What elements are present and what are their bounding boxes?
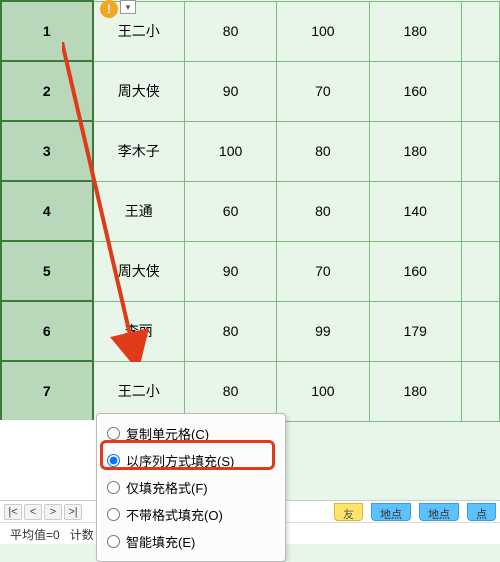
cell-index[interactable]: 7 — [1, 361, 93, 421]
empty-area — [0, 420, 96, 500]
table-row: 6 李丽 80 99 179 — [1, 301, 500, 361]
radio-fill-format-only[interactable] — [107, 481, 120, 494]
cell-name[interactable]: 王二小 — [93, 361, 185, 421]
cell-value[interactable]: 80 — [277, 181, 369, 241]
cell-index[interactable]: 3 — [1, 121, 93, 181]
cell-value[interactable]: 160 — [369, 241, 461, 301]
menu-label: 以序列方式填充(S) — [126, 451, 234, 470]
radio-fill-without-format[interactable] — [107, 508, 120, 521]
radio-copy-cells[interactable] — [107, 427, 120, 440]
cell-partial[interactable] — [461, 181, 499, 241]
cell-value[interactable]: 70 — [277, 241, 369, 301]
cell-index[interactable]: 1 — [1, 1, 93, 61]
cell-name[interactable]: 王通 — [93, 181, 185, 241]
cell-partial[interactable] — [461, 121, 499, 181]
menu-item-flash-fill[interactable]: 智能填充(E) — [101, 528, 281, 555]
cell-value[interactable]: 60 — [184, 181, 276, 241]
cell-index[interactable]: 5 — [1, 241, 93, 301]
nav-last-button[interactable]: >| — [64, 504, 82, 520]
cell-name[interactable]: 李丽 — [93, 301, 185, 361]
cell-index[interactable]: 4 — [1, 181, 93, 241]
menu-item-fill-series[interactable]: 以序列方式填充(S) — [101, 447, 281, 474]
radio-fill-series[interactable] — [107, 454, 120, 467]
cell-partial[interactable] — [461, 61, 499, 121]
menu-label: 智能填充(E) — [126, 532, 195, 551]
nav-prev-button[interactable]: < — [24, 504, 42, 520]
cell-value[interactable]: 180 — [369, 1, 461, 61]
cell-value[interactable]: 100 — [184, 121, 276, 181]
table-row: 3 李木子 100 80 180 — [1, 121, 500, 181]
sheet-tab[interactable]: 友 — [334, 503, 363, 521]
sheet-tab[interactable]: 地点 — [371, 503, 411, 521]
sheet-tab[interactable]: 点 — [467, 503, 496, 521]
cell-value[interactable]: 140 — [369, 181, 461, 241]
menu-label: 不带格式填充(O) — [126, 505, 223, 524]
cell-value[interactable]: 100 — [277, 361, 369, 421]
cell-partial[interactable] — [461, 361, 499, 421]
table-row: 7 王二小 80 100 180 — [1, 361, 500, 421]
menu-item-fill-format-only[interactable]: 仅填充格式(F) — [101, 474, 281, 501]
table-row: 2 周大侠 90 70 160 — [1, 61, 500, 121]
cell-index[interactable]: 2 — [1, 61, 93, 121]
cell-value[interactable]: 80 — [184, 361, 276, 421]
cell-value[interactable]: 90 — [184, 241, 276, 301]
status-count: 计数 — [70, 528, 94, 542]
table-row: 4 王通 60 80 140 — [1, 181, 500, 241]
menu-label: 复制单元格(C) — [126, 424, 209, 443]
radio-flash-fill[interactable] — [107, 535, 120, 548]
smart-tag-dropdown-icon[interactable]: ▾ — [120, 0, 136, 14]
cell-value[interactable]: 90 — [184, 61, 276, 121]
cell-value[interactable]: 80 — [184, 1, 276, 61]
cell-value[interactable]: 179 — [369, 301, 461, 361]
table-row: 1 王二小 80 100 180 — [1, 1, 500, 61]
table-row: 5 周大侠 90 70 160 — [1, 241, 500, 301]
cell-partial[interactable] — [461, 1, 499, 61]
data-table[interactable]: 1 王二小 80 100 180 2 周大侠 90 70 160 3 李木子 1… — [0, 0, 500, 422]
cell-value[interactable]: 160 — [369, 61, 461, 121]
warning-icon[interactable]: ! — [100, 0, 118, 18]
cell-name[interactable]: 周大侠 — [93, 241, 185, 301]
cell-partial[interactable] — [461, 301, 499, 361]
menu-item-copy-cells[interactable]: 复制单元格(C) — [101, 420, 281, 447]
cell-value[interactable]: 180 — [369, 361, 461, 421]
cell-partial[interactable] — [461, 241, 499, 301]
cell-index[interactable]: 6 — [1, 301, 93, 361]
nav-next-button[interactable]: > — [44, 504, 62, 520]
cell-value[interactable]: 100 — [277, 1, 369, 61]
cell-value[interactable]: 99 — [277, 301, 369, 361]
menu-label: 仅填充格式(F) — [126, 478, 208, 497]
cell-value[interactable]: 180 — [369, 121, 461, 181]
cell-name[interactable]: 李木子 — [93, 121, 185, 181]
sheet-tab[interactable]: 地点 — [419, 503, 459, 521]
cell-value[interactable]: 80 — [277, 121, 369, 181]
autofill-options-menu[interactable]: 复制单元格(C) 以序列方式填充(S) 仅填充格式(F) 不带格式填充(O) 智… — [96, 413, 286, 562]
cell-value[interactable]: 80 — [184, 301, 276, 361]
menu-item-fill-without-format[interactable]: 不带格式填充(O) — [101, 501, 281, 528]
nav-first-button[interactable]: |< — [4, 504, 22, 520]
cell-value[interactable]: 70 — [277, 61, 369, 121]
cell-name[interactable]: 周大侠 — [93, 61, 185, 121]
status-average: 平均值=0 — [10, 528, 60, 542]
spreadsheet-grid[interactable]: 1 王二小 80 100 180 2 周大侠 90 70 160 3 李木子 1… — [0, 0, 500, 422]
